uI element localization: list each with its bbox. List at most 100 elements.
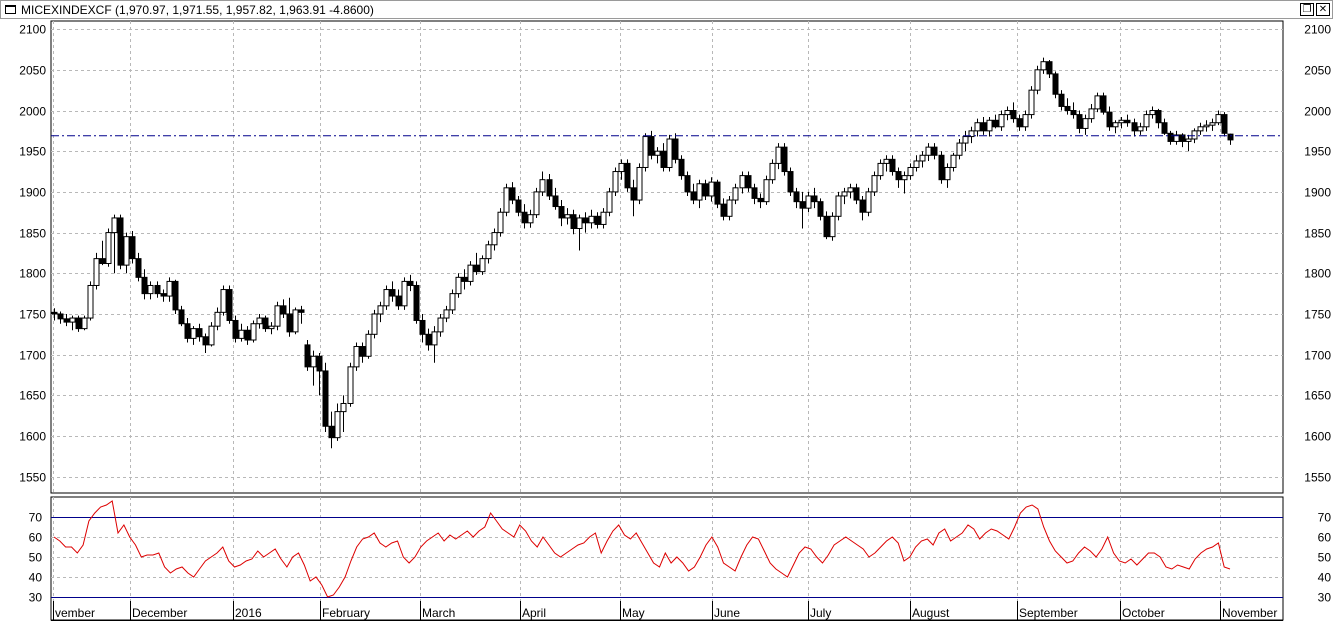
candle	[606, 187, 613, 217]
price-tick-label-right: 2000	[1304, 105, 1331, 119]
price-tick-label-left: 2100	[19, 23, 46, 37]
candle	[678, 155, 685, 180]
oscillator-tick-label-right: 70	[1318, 511, 1332, 525]
candle	[322, 362, 329, 432]
candle	[467, 261, 474, 286]
price-panel-frame	[50, 20, 1284, 494]
candle	[383, 285, 390, 310]
candle	[938, 151, 945, 184]
price-tick-label-right: 1850	[1304, 227, 1331, 241]
price-tick-label-left: 2050	[19, 64, 46, 78]
time-axis-label: October	[1122, 606, 1165, 620]
candle	[787, 167, 794, 196]
candle	[666, 134, 673, 172]
time-axis-label: May	[622, 606, 645, 620]
oscillator-panel-frame	[50, 496, 1284, 621]
price-tick-label-right: 1900	[1304, 186, 1331, 200]
candle	[87, 281, 94, 321]
candle	[347, 362, 354, 407]
price-tick-label-left: 1800	[19, 267, 46, 281]
candle	[1094, 92, 1101, 113]
candle	[401, 277, 408, 310]
candle	[714, 179, 721, 209]
candle	[117, 214, 124, 270]
price-tick-label-left: 1900	[19, 186, 46, 200]
candle	[208, 322, 215, 347]
oscillator-tick-label-left: 30	[29, 591, 43, 605]
price-tick-label-right: 1800	[1304, 267, 1331, 281]
price-tick-label-left: 1750	[19, 308, 46, 322]
candle	[105, 228, 112, 267]
candle	[726, 195, 733, 221]
price-tick-label-right: 2100	[1304, 23, 1331, 37]
time-axis-label: December	[132, 606, 187, 620]
candle	[93, 252, 100, 290]
candle	[636, 163, 643, 205]
price-tick-label-right: 1700	[1304, 349, 1331, 363]
candle	[871, 171, 878, 196]
time-axis-label: September	[1019, 606, 1078, 620]
price-tick-label-left: 1850	[19, 227, 46, 241]
candle	[612, 167, 619, 196]
price-tick-label-right: 1550	[1304, 471, 1331, 485]
candle	[365, 330, 372, 359]
candle	[304, 340, 311, 371]
time-axis-label: February	[322, 606, 370, 620]
oscillator-tick-label-right: 60	[1318, 531, 1332, 545]
candle	[449, 289, 456, 314]
time-axis-label: August	[912, 606, 950, 620]
candle	[1052, 71, 1059, 99]
time-axis-label: November	[1222, 606, 1277, 620]
chart-canvas: 1550 1550 1600 1600 1650 1650 1700 1700 1750 1750…	[19, 20, 1332, 621]
oscillator-tick-label-right: 40	[1318, 571, 1332, 585]
time-axis-label: June	[714, 606, 740, 620]
candle	[497, 208, 504, 237]
candle	[220, 285, 227, 316]
candle	[769, 159, 776, 184]
oscillator-tick-label-right: 50	[1318, 551, 1332, 565]
time-axis-label: 2016	[235, 606, 262, 620]
oscillator-tick-label-left: 50	[29, 551, 43, 565]
price-tick-label-right: 1950	[1304, 145, 1331, 159]
candle	[763, 175, 770, 205]
oscillator-tick-label-left: 70	[29, 511, 43, 525]
time-axis-label: vember	[55, 606, 95, 620]
candle	[1028, 86, 1035, 119]
candle	[1221, 112, 1228, 137]
price-tick-label-left: 1600	[19, 430, 46, 444]
price-tick-label-right: 1650	[1304, 389, 1331, 403]
price-tick-label-left: 1650	[19, 389, 46, 403]
oscillator-tick-label-left: 40	[29, 571, 43, 585]
candle	[455, 273, 462, 298]
candle	[172, 279, 179, 314]
candle	[684, 171, 691, 196]
candle	[865, 187, 872, 217]
oscillator-tick-label-right: 30	[1318, 591, 1332, 605]
price-tick-label-right: 1750	[1304, 308, 1331, 322]
candle	[1100, 92, 1107, 115]
price-tick-label-left: 1550	[19, 471, 46, 485]
price-tick-label-left: 2000	[19, 105, 46, 119]
time-axis-label: July	[810, 606, 831, 620]
oscillator-tick-label-left: 60	[29, 531, 43, 545]
time-axis-label: April	[522, 606, 546, 620]
candle	[292, 307, 299, 335]
candle	[642, 133, 649, 172]
candle	[533, 187, 540, 218]
time-axis-label: March	[422, 606, 455, 620]
price-tick-label-left: 1950	[19, 145, 46, 159]
candle	[353, 342, 360, 371]
candle	[624, 159, 631, 192]
candle	[274, 301, 281, 331]
candle	[829, 212, 836, 241]
candle	[1034, 65, 1041, 95]
candle	[413, 281, 420, 324]
candle	[371, 309, 378, 339]
price-tick-label-right: 2050	[1304, 64, 1331, 78]
price-tick-label-right: 1600	[1304, 430, 1331, 444]
candle	[503, 183, 510, 217]
price-tick-label-left: 1700	[19, 349, 46, 363]
candle	[479, 255, 486, 275]
candle	[81, 315, 88, 331]
candle	[250, 320, 257, 343]
